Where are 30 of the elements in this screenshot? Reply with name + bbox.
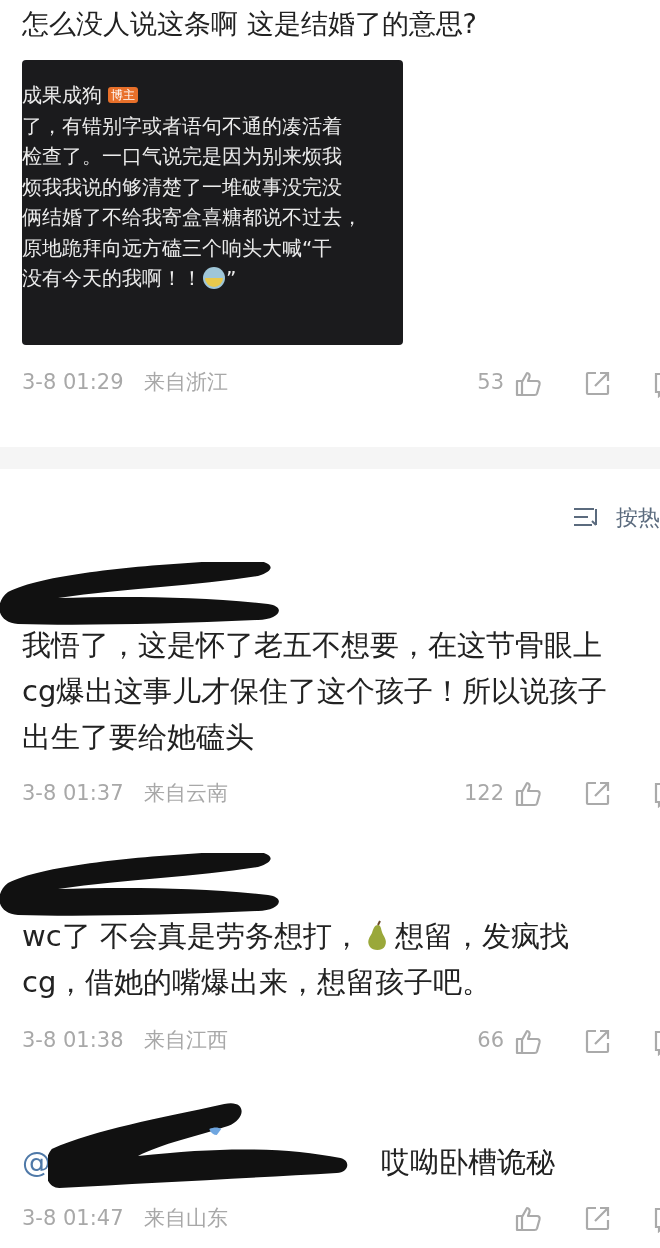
comment-text: 了，有错别字或者语句不通的凑活着: [22, 112, 342, 140]
comment-text: ”: [226, 265, 237, 292]
post-text: 怎么没人说这条啊 这是结婚了的意思?: [21, 7, 478, 41]
author-badge: 博主: [108, 87, 138, 104]
like-count: 66: [477, 1027, 504, 1054]
comment-text: 检查了。一口气说完是因为别来烦我: [22, 143, 342, 170]
like-count: 53: [477, 369, 504, 396]
timestamp: 3-8 01:38: [22, 1027, 124, 1054]
comment-text: 想留，发疯找: [394, 918, 569, 955]
location-text: 来自浙江: [143, 369, 228, 396]
location-text: 来自江西: [143, 1027, 228, 1054]
comment-text: cg爆出这事儿才保住了这个孩子！所以说孩子: [22, 672, 608, 710]
sort-option[interactable]: 按热: [616, 500, 660, 534]
location-text: 来自云南: [143, 779, 228, 807]
username: 成果成狗: [22, 82, 102, 109]
location-text: 来自山东: [143, 1204, 228, 1232]
timestamp: 3-8 01:29: [22, 369, 124, 396]
comment-text: 没有今天的我啊！！: [22, 265, 202, 292]
comment-text: 原地跪拜向远方磕三个响头大喊“干: [22, 234, 333, 262]
emoji-icon: [202, 266, 226, 291]
comment-text: 哎呦卧槽诡秘: [381, 1143, 555, 1181]
timestamp: 3-8 01:47: [22, 1204, 124, 1232]
timestamp: 3-8 01:37: [22, 779, 124, 807]
like-count: 122: [463, 779, 504, 807]
comment-text: 我悟了，这是怀了老五不想要，在这节骨眼上: [22, 626, 602, 664]
comment-text: 烦我我说的够清楚了一堆破事没完没: [22, 173, 342, 201]
comment-text: wc了 不会真是劳务想打，: [22, 918, 361, 955]
comment-text: cg，借她的嘴爆出来，想留孩子吧。: [22, 964, 492, 1001]
comment-text: 俩结婚了不给我寄盒喜糖都说不过去，: [22, 204, 362, 231]
comment-text: 出生了要给她磕头: [22, 718, 254, 756]
